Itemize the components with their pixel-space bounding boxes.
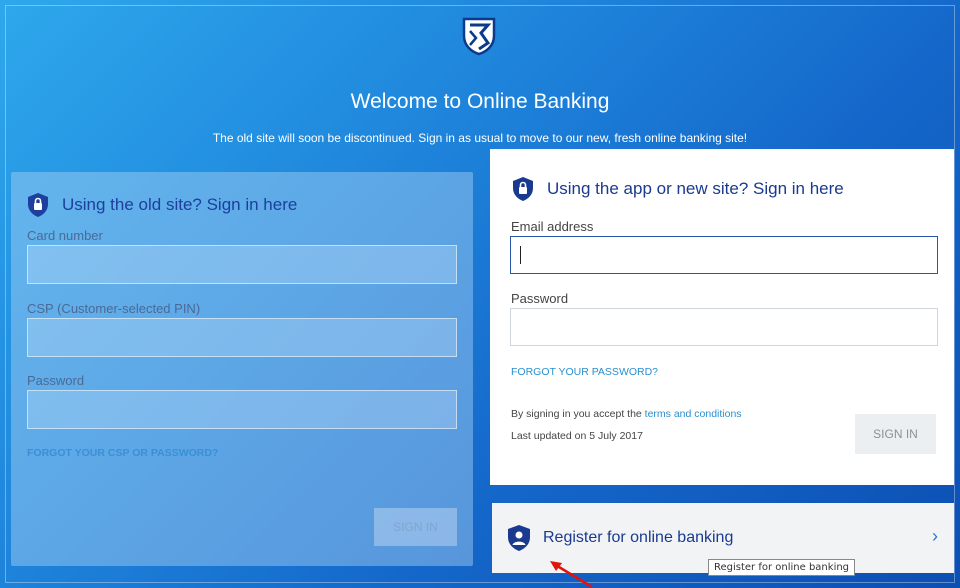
last-updated-text: Last updated on 5 July 2017 <box>511 430 643 442</box>
old-site-header: Using the old site? Sign in here <box>26 192 297 218</box>
new-site-heading: Using the app or new site? Sign in here <box>547 179 844 198</box>
csp-input[interactable] <box>27 318 457 357</box>
old-password-input[interactable] <box>27 390 457 429</box>
new-site-panel: Using the app or new site? Sign in here … <box>490 149 954 485</box>
terms-prefix: By signing in you accept the <box>511 408 642 420</box>
old-site-heading: Using the old site? Sign in here <box>62 195 298 214</box>
register-label: Register for online banking <box>543 529 734 546</box>
shield-lock-icon <box>513 177 533 201</box>
email-label: Email address <box>511 219 594 234</box>
terms-link[interactable]: terms and conditions <box>645 408 742 420</box>
new-site-header: Using the app or new site? Sign in here <box>511 176 844 202</box>
new-password-label: Password <box>511 291 569 306</box>
forgot-password-link[interactable]: FORGOT YOUR PASSWORD? <box>511 366 658 378</box>
csp-label: CSP (Customer-selected PIN) <box>27 301 201 316</box>
page-subtitle: The old site will soon be discontinued. … <box>212 131 748 145</box>
text-caret <box>520 246 521 264</box>
new-signin-button[interactable]: SIGN IN <box>855 414 936 454</box>
new-password-input[interactable] <box>510 308 938 346</box>
old-password-label: Password <box>27 373 85 388</box>
register-tooltip: Register for online banking <box>708 559 856 576</box>
old-site-panel: Using the old site? Sign in here Card nu… <box>11 172 473 566</box>
page-title: Welcome to Online Banking <box>350 90 610 113</box>
bank-logo-icon <box>462 17 496 56</box>
chevron-right-icon: › <box>932 526 938 546</box>
email-input[interactable] <box>510 236 938 274</box>
pointer-arrow-icon <box>550 561 593 588</box>
card-number-input[interactable] <box>27 245 457 284</box>
forgot-csp-link[interactable]: FORGOT YOUR CSP OR PASSWORD? <box>27 447 218 459</box>
terms-text: By signing in you accept the terms and c… <box>511 408 742 420</box>
card-number-label: Card number <box>27 228 103 243</box>
old-signin-button[interactable]: SIGN IN <box>374 508 457 546</box>
shield-lock-icon <box>28 193 48 217</box>
shield-user-icon <box>508 525 530 551</box>
